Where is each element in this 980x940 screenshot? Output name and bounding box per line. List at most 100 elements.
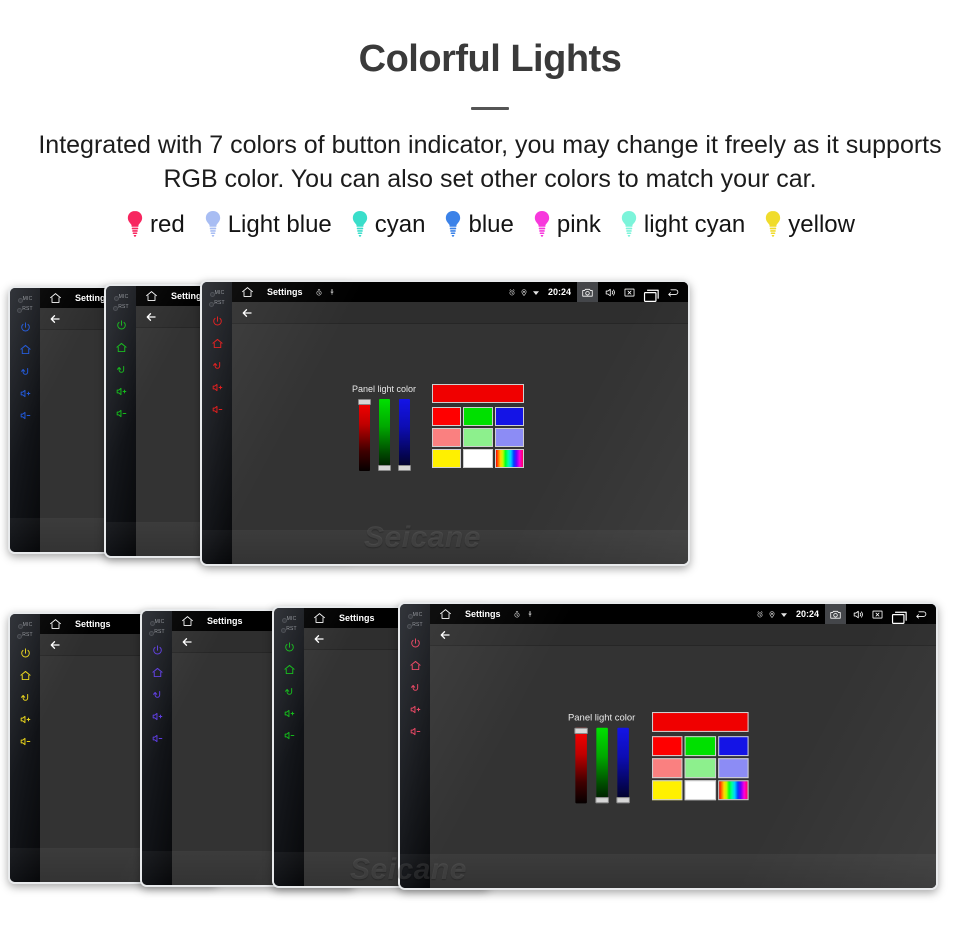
volume-up-icon[interactable] xyxy=(283,707,296,720)
head-unit-device[interactable]: MIC RST Settings 20:24 Panel light color xyxy=(398,602,938,890)
recents-icon[interactable] xyxy=(642,286,661,302)
swatch-6[interactable] xyxy=(652,780,683,801)
swatch-6[interactable] xyxy=(432,449,462,468)
volume-icon[interactable] xyxy=(852,608,865,621)
slider-b[interactable] xyxy=(615,727,630,804)
left-arrow-icon[interactable] xyxy=(48,639,62,651)
bulb-icon xyxy=(443,210,463,240)
swatch-4[interactable] xyxy=(684,758,716,779)
power-icon[interactable] xyxy=(19,321,32,334)
home-icon[interactable] xyxy=(211,337,224,350)
left-arrow-icon[interactable] xyxy=(312,633,326,645)
power-icon[interactable] xyxy=(211,315,224,328)
volume-up-icon[interactable] xyxy=(211,381,224,394)
volume-down-icon[interactable] xyxy=(115,407,128,420)
head-unit-device[interactable]: MIC RST Settings 20:24 Panel light color xyxy=(200,280,690,566)
slider-g[interactable] xyxy=(377,399,391,471)
home-icon[interactable] xyxy=(48,291,63,305)
close-box-icon[interactable] xyxy=(623,286,636,299)
slider-r[interactable] xyxy=(573,727,588,804)
back-arrow-icon[interactable] xyxy=(915,608,928,621)
close-box-icon[interactable] xyxy=(871,608,884,621)
mic-label: MIC xyxy=(281,616,297,623)
back-arrow-icon[interactable] xyxy=(667,286,680,299)
touch-screen[interactable]: Settings 20:24 Panel light color xyxy=(430,604,936,888)
home-icon[interactable] xyxy=(180,614,195,628)
swatch-0[interactable] xyxy=(652,736,683,757)
camera-icon[interactable] xyxy=(825,604,846,624)
swatch-2[interactable] xyxy=(494,407,524,426)
camera-icon[interactable] xyxy=(577,282,598,302)
home-icon[interactable] xyxy=(409,659,422,672)
volume-down-icon[interactable] xyxy=(19,409,32,422)
swatch-3[interactable] xyxy=(652,758,683,779)
swatch-1[interactable] xyxy=(463,407,493,426)
slider-thumb-r[interactable] xyxy=(573,727,588,735)
home-icon[interactable] xyxy=(151,666,164,679)
left-arrow-icon[interactable] xyxy=(180,636,194,648)
swatch-2[interactable] xyxy=(717,736,749,757)
swatch-rainbow[interactable] xyxy=(717,780,749,801)
back-icon[interactable] xyxy=(151,688,164,701)
volume-up-icon[interactable] xyxy=(409,703,422,716)
power-icon[interactable] xyxy=(283,641,296,654)
swatch-3[interactable] xyxy=(432,428,462,447)
volume-down-icon[interactable] xyxy=(409,725,422,738)
swatch-4[interactable] xyxy=(463,428,493,447)
back-icon[interactable] xyxy=(283,685,296,698)
swatch-0[interactable] xyxy=(432,407,462,426)
back-icon[interactable] xyxy=(211,359,224,372)
volume-icon[interactable] xyxy=(604,286,617,299)
back-icon[interactable] xyxy=(115,363,128,376)
slider-thumb-g[interactable] xyxy=(594,797,609,804)
home-icon[interactable] xyxy=(19,669,32,682)
volume-down-icon[interactable] xyxy=(151,732,164,745)
volume-down-icon[interactable] xyxy=(19,735,32,748)
swatch-5[interactable] xyxy=(494,428,524,447)
left-arrow-icon[interactable] xyxy=(144,311,158,323)
swatch-rainbow[interactable] xyxy=(494,449,524,468)
bulb-icon xyxy=(619,210,639,240)
slider-thumb-g[interactable] xyxy=(377,465,391,471)
left-arrow-icon[interactable] xyxy=(240,307,254,319)
swatch-5[interactable] xyxy=(717,758,749,779)
power-icon[interactable] xyxy=(409,637,422,650)
slider-thumb-b[interactable] xyxy=(397,465,411,471)
slider-r[interactable] xyxy=(357,399,371,471)
left-arrow-icon[interactable] xyxy=(438,629,452,641)
home-icon[interactable] xyxy=(48,617,63,631)
home-icon[interactable] xyxy=(144,289,159,303)
power-icon[interactable] xyxy=(115,319,128,332)
volume-down-icon[interactable] xyxy=(211,403,224,416)
home-icon[interactable] xyxy=(240,285,255,299)
volume-up-icon[interactable] xyxy=(19,713,32,726)
volume-up-icon[interactable] xyxy=(19,387,32,400)
timer-icon xyxy=(513,610,521,619)
home-icon[interactable] xyxy=(438,607,453,621)
swatch-1[interactable] xyxy=(684,736,716,757)
touch-screen[interactable]: Settings 20:24 Panel light color xyxy=(232,282,688,564)
power-icon[interactable] xyxy=(19,647,32,660)
slider-b[interactable] xyxy=(397,399,411,471)
power-icon[interactable] xyxy=(151,644,164,657)
mic-label: MIC xyxy=(209,290,225,297)
back-icon[interactable] xyxy=(19,365,32,378)
home-icon[interactable] xyxy=(19,343,32,356)
slider-thumb-r[interactable] xyxy=(357,399,371,405)
left-arrow-icon[interactable] xyxy=(48,313,62,325)
swatch-7[interactable] xyxy=(684,780,716,801)
volume-up-icon[interactable] xyxy=(115,385,128,398)
volume-up-icon[interactable] xyxy=(151,710,164,723)
back-icon[interactable] xyxy=(19,691,32,704)
home-icon[interactable] xyxy=(312,611,327,625)
home-icon[interactable] xyxy=(115,341,128,354)
slider-thumb-b[interactable] xyxy=(615,797,630,804)
back-icon[interactable] xyxy=(409,681,422,694)
recents-icon[interactable] xyxy=(890,608,909,624)
volume-down-icon[interactable] xyxy=(283,729,296,742)
usb-icon xyxy=(526,610,534,619)
home-icon[interactable] xyxy=(283,663,296,676)
screen-title: Settings xyxy=(339,613,375,623)
swatch-7[interactable] xyxy=(463,449,493,468)
slider-g[interactable] xyxy=(594,727,609,804)
